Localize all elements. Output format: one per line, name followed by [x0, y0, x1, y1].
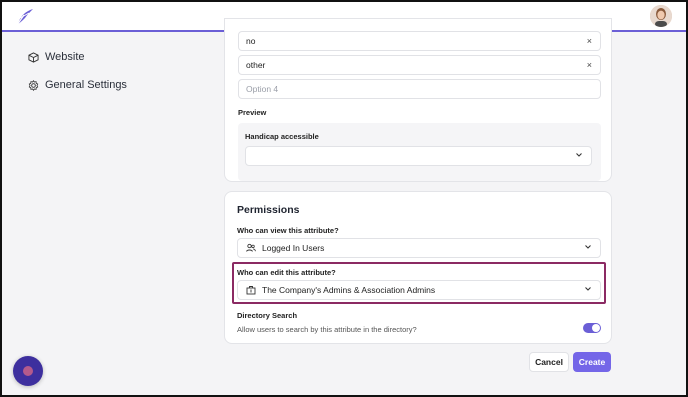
- sidebar-item-label: Website: [45, 51, 85, 63]
- cancel-button[interactable]: Cancel: [529, 352, 569, 372]
- app-logo-icon[interactable]: [14, 6, 36, 28]
- chevron-down-icon: [585, 287, 591, 291]
- directory-search-label: Directory Search: [237, 311, 298, 320]
- view-permission-value: Logged In Users: [262, 243, 325, 253]
- create-button[interactable]: Create: [573, 352, 611, 372]
- options-card: no × other × Option 4 Preview Handicap a…: [224, 18, 612, 182]
- preview-heading: Preview: [238, 108, 267, 117]
- chevron-down-icon: [585, 245, 591, 249]
- new-option-input[interactable]: Option 4: [238, 79, 601, 99]
- remove-option-icon[interactable]: ×: [587, 32, 592, 50]
- new-option-placeholder: Option 4: [246, 84, 279, 94]
- users-icon: [246, 243, 256, 252]
- permissions-card: Permissions Who can view this attribute?…: [224, 191, 612, 344]
- option-input-other[interactable]: other ×: [238, 55, 601, 75]
- directory-search-toggle[interactable]: [583, 323, 601, 333]
- sidebar-item-label: General Settings: [45, 79, 127, 91]
- preview-field-label: Handicap accessible: [245, 132, 319, 141]
- preview-select[interactable]: [245, 146, 592, 166]
- edit-label: Who can edit this attribute?: [237, 268, 336, 277]
- help-chat-button[interactable]: [13, 356, 43, 386]
- edit-permission-value: The Company's Admins & Association Admin…: [262, 285, 436, 295]
- preview-box: Handicap accessible: [238, 123, 601, 181]
- building-icon: [246, 286, 256, 295]
- option-value: other: [246, 60, 266, 70]
- sidebar-item-website[interactable]: Website: [28, 51, 85, 63]
- gear-icon: [28, 79, 39, 91]
- permissions-title: Permissions: [237, 204, 300, 216]
- chevron-down-icon: [576, 153, 582, 157]
- option-value: no: [246, 36, 256, 46]
- directory-search-help: Allow users to search by this attribute …: [237, 325, 417, 334]
- edit-permission-select[interactable]: The Company's Admins & Association Admin…: [237, 280, 601, 300]
- option-input-no[interactable]: no ×: [238, 31, 601, 51]
- sidebar-item-general-settings[interactable]: General Settings: [28, 79, 127, 91]
- avatar[interactable]: [650, 5, 672, 27]
- cube-icon: [28, 51, 39, 63]
- view-permission-select[interactable]: Logged In Users: [237, 238, 601, 258]
- view-label: Who can view this attribute?: [237, 226, 339, 235]
- remove-option-icon[interactable]: ×: [587, 56, 592, 74]
